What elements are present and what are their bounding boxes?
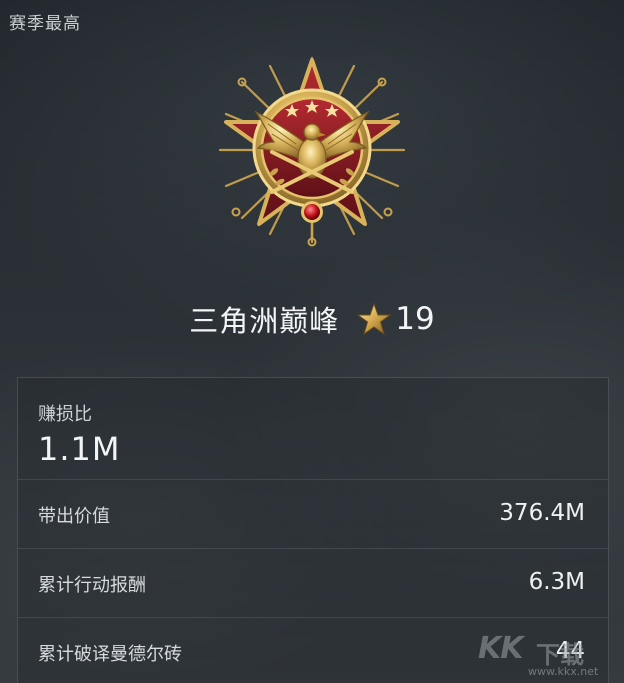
watermark-brand: KK bbox=[478, 631, 523, 666]
star-icon bbox=[357, 302, 392, 336]
profit-loss-ratio-stat: 赚损比 1.1M bbox=[18, 378, 608, 478]
kkx-watermark-logo: KK 下载 www.kkx.net bbox=[478, 631, 608, 681]
profit-loss-ratio-label: 赚损比 bbox=[38, 404, 92, 425]
stat-label: 累计行动报酬 bbox=[38, 575, 146, 596]
stat-row-operation-reward: 累计行动报酬 6.3M bbox=[18, 548, 608, 617]
rank-name: 三角洲巅峰 bbox=[189, 304, 340, 338]
rank-row: 三角洲巅峰 19 bbox=[0, 296, 624, 342]
season-rank-card: 赛季最高 三角洲巅峰 19 赚损比 1.1M 带出价值 376.4M 累计行动报… bbox=[0, 0, 624, 683]
watermark-url: www.kkx.net bbox=[528, 665, 599, 678]
eagle-medal-icon bbox=[212, 52, 412, 248]
rank-level: 19 bbox=[395, 301, 435, 337]
stat-row-extracted-value: 带出价值 376.4M bbox=[18, 479, 608, 548]
profit-loss-ratio-value: 1.1M bbox=[38, 430, 121, 468]
stat-label: 累计破译曼德尔砖 bbox=[38, 644, 182, 665]
stat-label: 带出价值 bbox=[38, 506, 110, 527]
season-best-label: 赛季最高 bbox=[9, 14, 81, 34]
stat-value: 6.3M bbox=[528, 569, 585, 595]
stat-value: 376.4M bbox=[499, 500, 585, 526]
